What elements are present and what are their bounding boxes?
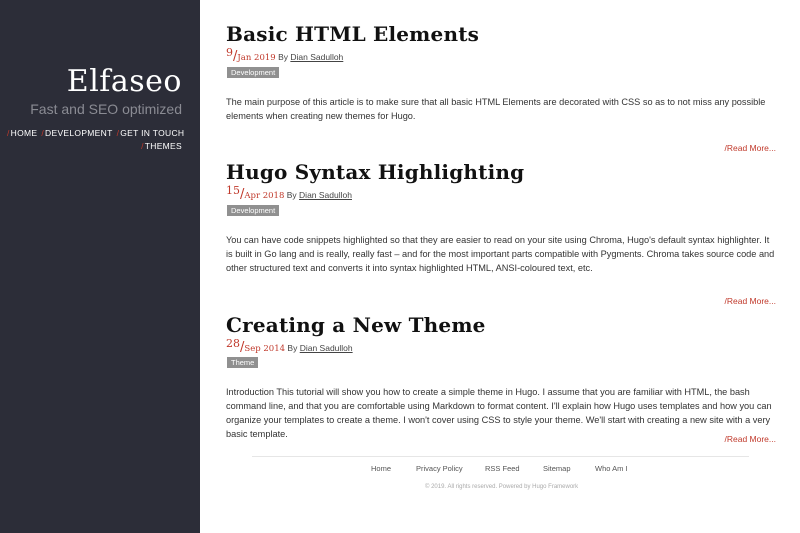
slash-icon: / xyxy=(116,128,120,138)
post-title[interactable]: Hugo Syntax Highlighting xyxy=(226,160,524,184)
read-more-link[interactable]: /Read More... xyxy=(724,296,776,306)
post-month-year: Sep 2014 xyxy=(244,344,286,354)
menu-item-themes[interactable]: /Themes xyxy=(141,141,182,151)
by-label: By xyxy=(286,190,297,200)
footer-link-who-am-i[interactable]: Who Am I xyxy=(595,464,628,473)
slash-icon: / xyxy=(7,128,10,138)
post-meta: 9/Jan 2019 By Dian Sadulloh xyxy=(226,46,343,64)
menu-item-label: Get in touch xyxy=(120,128,185,138)
menu-item-label: Development xyxy=(45,128,113,138)
author-link[interactable]: Dian Sadulloh xyxy=(299,190,352,200)
post-excerpt: You can have code snippets highlighted s… xyxy=(226,235,775,273)
by-label: By xyxy=(278,52,288,62)
menu-item-development[interactable]: /Development xyxy=(41,128,112,138)
post-item: Basic HTML Elements 9/Jan 2019 By Dian S… xyxy=(226,22,776,153)
post-excerpt: Introduction This tutorial will show you… xyxy=(226,387,772,439)
menu-item-get-in-touch[interactable]: /Get in touch xyxy=(117,128,185,138)
read-more-link[interactable]: /Read More... xyxy=(724,143,776,153)
sidebar: Elfaseo Fast and SEO optimized /Home/Dev… xyxy=(0,0,200,533)
footer-link-sitemap[interactable]: Sitemap xyxy=(543,464,571,473)
site-title[interactable]: Elfaseo xyxy=(67,64,182,99)
post-day: 28 xyxy=(226,337,240,350)
tag-badge[interactable]: Development xyxy=(227,67,280,78)
footer-link-home[interactable]: Home xyxy=(371,464,391,473)
slash-icon: / xyxy=(141,141,144,151)
tag-badge[interactable]: Development xyxy=(227,205,280,216)
post-day: 9 xyxy=(226,46,233,59)
menu-item-home[interactable]: /Home xyxy=(7,128,37,138)
footer-link-privacy-policy[interactable]: Privacy Policy xyxy=(416,464,463,473)
post-title[interactable]: Creating a New Theme xyxy=(226,313,486,337)
tag-badge[interactable]: Theme xyxy=(227,357,259,368)
post-meta: 28/Sep 2014 By Dian Sadulloh xyxy=(226,337,353,355)
read-more-label: Read More... xyxy=(726,434,776,444)
post-day: 15 xyxy=(226,184,240,197)
copyright-text: © 2019. All rights reserved. Powered by … xyxy=(425,484,579,490)
site-tagline: Fast and SEO optimized xyxy=(30,101,182,117)
post-item: Hugo Syntax Highlighting 15/Apr 2018 By … xyxy=(226,160,776,306)
post-month-year: Jan 2019 xyxy=(237,53,276,63)
post-month-year: Apr 2018 xyxy=(244,191,285,201)
by-label: By xyxy=(287,343,298,353)
read-more-label: Read More... xyxy=(726,143,776,153)
slash-icon: / xyxy=(41,128,45,138)
author-link[interactable]: Dian Sadulloh xyxy=(300,343,353,353)
post-meta: 15/Apr 2018 By Dian Sadulloh xyxy=(226,184,352,202)
author-link[interactable]: Dian Sadulloh xyxy=(290,52,343,62)
read-more-link[interactable]: /Read More... xyxy=(724,434,776,444)
post-item: Creating a New Theme 28/Sep 2014 By Dian… xyxy=(226,313,776,444)
post-title[interactable]: Basic HTML Elements xyxy=(226,22,479,46)
footer-link-rss-feed[interactable]: RSS Feed xyxy=(485,464,520,473)
post-excerpt: The main purpose of this article is to m… xyxy=(226,97,766,121)
menu-item-label: Home xyxy=(10,128,38,138)
menu-item-label: Themes xyxy=(144,141,182,151)
footer-divider xyxy=(252,456,749,457)
main-menu: /Home/Development/Get in touch /Themes xyxy=(7,127,185,153)
read-more-label: Read More... xyxy=(726,296,776,306)
